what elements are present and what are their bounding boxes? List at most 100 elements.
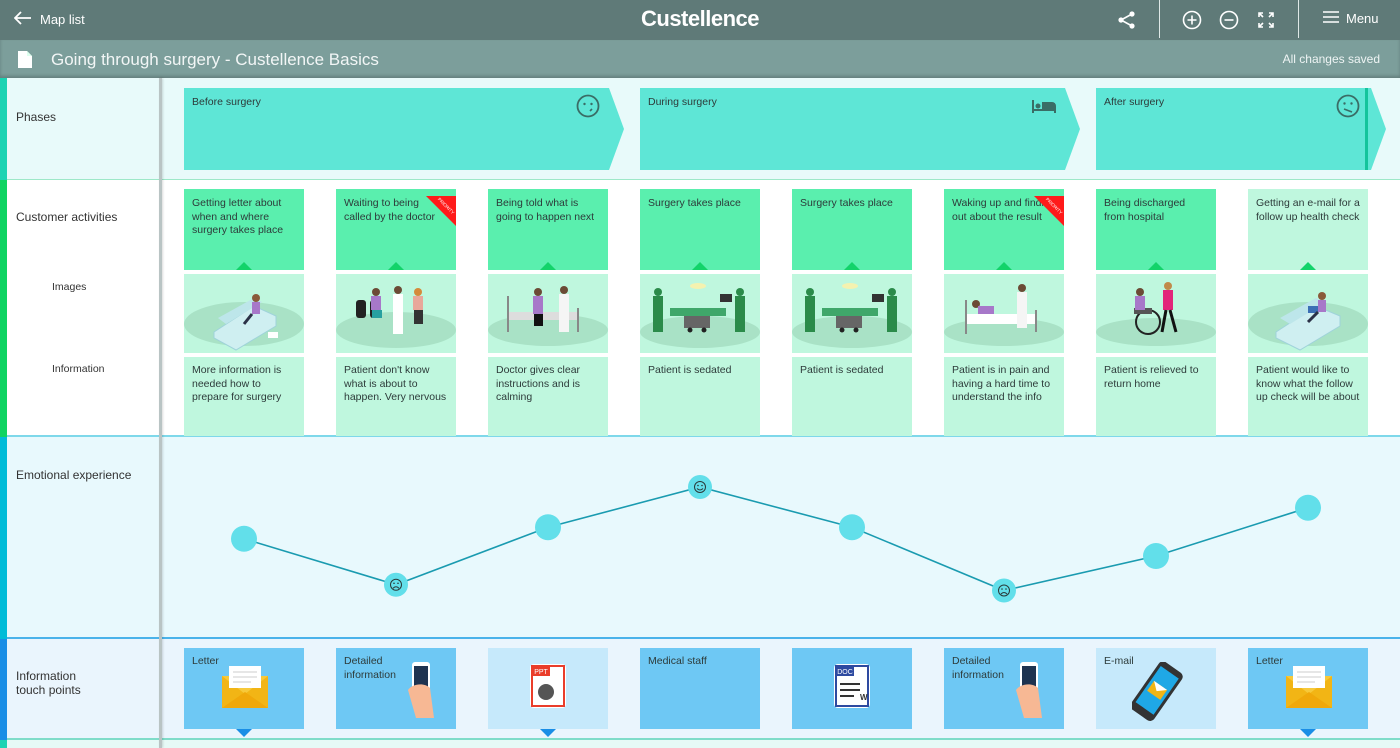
- touchpoint-card[interactable]: Letter: [184, 648, 304, 737]
- emotion-point[interactable]: [839, 514, 865, 541]
- touchpoint-card[interactable]: Medical staff: [640, 648, 760, 729]
- activity-card[interactable]: Getting letter about when and where surg…: [184, 189, 304, 270]
- touchpoint-label: Letter: [1256, 655, 1283, 667]
- activity-info-card[interactable]: Patient is relieved to return home: [1096, 357, 1216, 436]
- touchpoint-label: Detailed information: [952, 655, 1004, 681]
- emotion-point[interactable]: [1143, 543, 1169, 569]
- fullscreen-icon[interactable]: [1254, 8, 1278, 32]
- emotion-dot[interactable]: [992, 578, 1016, 603]
- emotion-dot[interactable]: [688, 475, 712, 499]
- menu-label: Menu: [1346, 11, 1379, 26]
- activities-stripe: [0, 180, 7, 437]
- phase-title: After surgery: [1104, 96, 1165, 108]
- touchpoint-card[interactable]: Letter: [1248, 648, 1368, 737]
- activity-card[interactable]: Surgery takes place: [792, 189, 912, 270]
- activity-info-text: Patient is relieved to return home: [1104, 364, 1199, 390]
- touchpoint-card[interactable]: Detailed information: [944, 648, 1064, 729]
- expand-triangle-icon[interactable]: [1300, 729, 1316, 737]
- touchpoints-stripe: [0, 639, 7, 740]
- svg-text:DOC: DOC: [837, 669, 853, 676]
- zoom-in-icon[interactable]: [1180, 8, 1204, 32]
- activity-text: Being told what is going to happen next: [496, 197, 595, 223]
- touchpoint-card[interactable]: Detailed information: [336, 648, 456, 729]
- expand-triangle-icon[interactable]: [1300, 262, 1316, 270]
- touchpoint-card[interactable]: DOC W: [792, 648, 912, 729]
- phase-resize-handle[interactable]: [1365, 88, 1368, 170]
- emotion-dot[interactable]: [231, 525, 257, 552]
- next-lane: [0, 740, 1400, 748]
- phase-card[interactable]: During surgery: [640, 88, 1080, 170]
- expand-triangle-icon[interactable]: [996, 262, 1012, 270]
- lane-label-activities[interactable]: Customer activities: [16, 210, 117, 224]
- activity-image-card[interactable]: [184, 274, 304, 353]
- activity-image-card[interactable]: [944, 274, 1064, 353]
- activity-card[interactable]: Waking up and finding out about the resu…: [944, 189, 1064, 270]
- emotion-point[interactable]: [231, 525, 257, 552]
- emotion-point[interactable]: [1295, 494, 1321, 521]
- lane-label-touchpoints[interactable]: Information touch points: [16, 669, 81, 697]
- lane-label-information[interactable]: Information: [52, 363, 105, 375]
- activity-info-card[interactable]: Patient is sedated: [640, 357, 760, 436]
- expand-triangle-icon[interactable]: [540, 729, 556, 737]
- emotion-dot[interactable]: [1295, 494, 1321, 521]
- touchpoint-label: E-mail: [1104, 655, 1134, 667]
- zoom-out-icon[interactable]: [1217, 8, 1241, 32]
- activity-info-card[interactable]: Patient would like to know what the foll…: [1248, 357, 1368, 436]
- touchpoint-card[interactable]: E-mail: [1096, 648, 1216, 729]
- emotion-dot[interactable]: [384, 572, 408, 597]
- activity-image-card[interactable]: [1096, 274, 1216, 353]
- activity-info-card[interactable]: Patient don't know what is about to happ…: [336, 357, 456, 436]
- uneasy-face-icon: [1336, 94, 1360, 118]
- phase-card[interactable]: Before surgery: [184, 88, 624, 170]
- emotion-point[interactable]: [688, 475, 712, 499]
- activity-image-card[interactable]: [792, 274, 912, 353]
- activity-card[interactable]: Being told what is going to happen next: [488, 189, 608, 270]
- lane-label-phases[interactable]: Phases: [16, 110, 56, 124]
- activity-illustration: [792, 283, 912, 348]
- activity-info-card[interactable]: Patient is in pain and having a hard tim…: [944, 357, 1064, 436]
- activity-info-card[interactable]: Doctor gives clear instructions and is c…: [488, 357, 608, 436]
- emotion-dot[interactable]: [1143, 543, 1169, 569]
- activity-info-card[interactable]: More information is needed how to prepar…: [184, 357, 304, 436]
- touchpoint-card[interactable]: PPT: [488, 648, 608, 737]
- activity-card[interactable]: Surgery takes place: [640, 189, 760, 270]
- phase-title: During surgery: [648, 96, 717, 108]
- activity-card[interactable]: Waiting to being called by the doctor PR…: [336, 189, 456, 270]
- menu-button[interactable]: Menu: [1322, 10, 1379, 27]
- expand-triangle-icon[interactable]: [692, 262, 708, 270]
- phase-card[interactable]: After surgery: [1096, 88, 1386, 170]
- activity-info-text: More information is needed how to prepar…: [192, 364, 282, 403]
- label-column-divider[interactable]: [159, 78, 162, 748]
- emotion-point[interactable]: [992, 578, 1016, 603]
- emotion-line: [243, 486, 1309, 592]
- activity-card[interactable]: Being discharged from hospital: [1096, 189, 1216, 270]
- expand-triangle-icon[interactable]: [1148, 262, 1164, 270]
- emotion-dot[interactable]: [839, 514, 865, 541]
- emotion-dot[interactable]: [535, 514, 561, 541]
- emotion-point[interactable]: [535, 514, 561, 541]
- activity-illustration: [488, 286, 608, 346]
- expand-triangle-icon[interactable]: [540, 262, 556, 270]
- lane-label-line: Information: [16, 669, 77, 683]
- share-icon[interactable]: [1115, 8, 1139, 32]
- expand-triangle-icon[interactable]: [236, 729, 252, 737]
- neutral-face-icon: [576, 94, 600, 118]
- map-title[interactable]: Going through surgery - Custellence Basi…: [51, 50, 379, 70]
- expand-triangle-icon[interactable]: [388, 262, 404, 270]
- activity-image-card[interactable]: [1248, 274, 1368, 353]
- expand-triangle-icon[interactable]: [844, 262, 860, 270]
- expand-triangle-icon[interactable]: [236, 262, 252, 270]
- lane-label-emotional[interactable]: Emotional experience: [16, 468, 131, 482]
- activity-image-card[interactable]: [336, 274, 456, 353]
- lane-label-images[interactable]: Images: [52, 281, 86, 293]
- activity-card[interactable]: Getting an e-mail for a follow up health…: [1248, 189, 1368, 270]
- activity-text: Getting letter about when and where surg…: [192, 197, 284, 236]
- phases-stripe: [0, 78, 7, 180]
- activity-image-card[interactable]: [640, 274, 760, 353]
- back-to-map-list-button[interactable]: Map list: [13, 10, 85, 28]
- activity-illustration: [944, 284, 1064, 346]
- touchpoint-label: Letter: [192, 655, 219, 667]
- emotion-point[interactable]: [384, 572, 408, 597]
- activity-image-card[interactable]: [488, 274, 608, 353]
- activity-info-card[interactable]: Patient is sedated: [792, 357, 912, 436]
